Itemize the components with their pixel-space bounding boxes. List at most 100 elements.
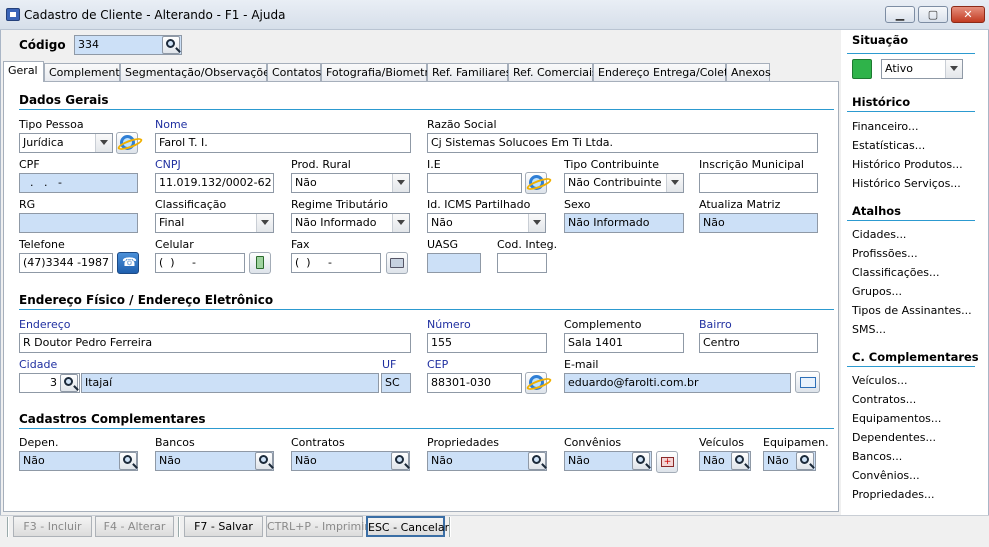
cnpj-input[interactable]: 11.019.132/0002-62 — [155, 173, 274, 193]
cpf-input[interactable]: . . - — [19, 173, 138, 193]
link-propriedades[interactable]: Propriedades... — [852, 488, 934, 501]
nome-input[interactable]: Farol T. I. — [155, 133, 411, 153]
divider — [19, 428, 834, 429]
fax-input[interactable]: ( ) - — [291, 253, 381, 273]
envelope-icon — [800, 377, 816, 388]
atualiza-matriz-input[interactable]: Não — [699, 213, 818, 233]
equipamen-label: Equipamen. — [763, 436, 829, 449]
alterar-button[interactable]: F4 - Alterar — [95, 516, 174, 537]
classificacao-select[interactable]: Final — [155, 213, 274, 233]
link-historico-servicos[interactable]: Histórico Serviços... — [852, 177, 961, 190]
link-estatisticas[interactable]: Estatísticas... — [852, 139, 925, 152]
link-classificacoes[interactable]: Classificações... — [852, 266, 939, 279]
link-contratos[interactable]: Contratos... — [852, 393, 916, 406]
link-sms[interactable]: SMS... — [852, 323, 886, 336]
phone-button[interactable]: ☎ — [117, 252, 139, 274]
send-email-button[interactable] — [795, 371, 820, 393]
chevron-down-icon — [397, 180, 405, 185]
cod-integ-input[interactable] — [497, 253, 547, 273]
celular-button[interactable] — [249, 252, 271, 274]
id-icms-select[interactable]: Não — [427, 213, 546, 233]
link-financeiro[interactable]: Financeiro... — [852, 120, 918, 133]
link-profissoes[interactable]: Profissões... — [852, 247, 918, 260]
tab-anexos[interactable]: Anexos — [726, 63, 771, 82]
cidade-name-input[interactable]: Itajaí — [81, 373, 379, 393]
situacao-select[interactable]: Ativo — [881, 59, 963, 79]
veiculos-search-button[interactable] — [731, 452, 749, 470]
ie-input[interactable] — [427, 173, 522, 193]
fax-button[interactable] — [386, 252, 408, 274]
sexo-input[interactable]: Não Informado — [564, 213, 684, 233]
codigo-label: Código — [19, 38, 66, 52]
regime-tributario-select[interactable]: Não Informado — [291, 213, 410, 233]
link-bancos[interactable]: Bancos... — [852, 450, 902, 463]
depen-label: Depen. — [19, 436, 59, 449]
inscricao-municipal-input[interactable] — [699, 173, 818, 193]
cancelar-button[interactable]: ESC - Cancelar — [366, 516, 449, 537]
complemento-label: Complemento — [564, 318, 642, 331]
celular-input[interactable]: ( ) - — [155, 253, 245, 273]
rg-input[interactable] — [19, 213, 138, 233]
tipo-pessoa-select[interactable]: Jurídica — [19, 133, 113, 153]
divider — [847, 111, 975, 112]
convenios-search-button[interactable] — [632, 452, 650, 470]
tab-ref-familiares[interactable]: Ref. Familiares — [427, 63, 511, 82]
numero-input[interactable]: 155 — [427, 333, 547, 353]
depen-search-button[interactable] — [119, 452, 137, 470]
link-grupos[interactable]: Grupos... — [852, 285, 902, 298]
uasg-label: UASG — [427, 238, 459, 251]
nome-label: Nome — [155, 118, 188, 131]
separator — [7, 517, 9, 537]
tab-ref-comerciais[interactable]: Ref. Comerciais — [508, 63, 598, 82]
email-input[interactable]: eduardo@farolti.com.br — [564, 373, 791, 393]
email-label: E-mail — [564, 358, 599, 371]
minimize-button[interactable]: ▁ — [885, 6, 915, 23]
link-historico-produtos[interactable]: Histórico Produtos... — [852, 158, 963, 171]
ie-web-button[interactable] — [525, 172, 547, 194]
close-icon: ✕ — [963, 8, 973, 21]
salvar-button[interactable]: F7 - Salvar — [184, 516, 263, 537]
razao-social-input[interactable]: Cj Sistemas Solucoes Em Ti Ltda. — [427, 133, 818, 153]
tipo-contribuinte-select[interactable]: Não Contribuinte — [564, 173, 684, 193]
tab-segmentacao[interactable]: Segmentação/Observações — [120, 63, 276, 82]
cep-input[interactable]: 88301-030 — [427, 373, 522, 393]
close-button[interactable]: ✕ — [951, 6, 985, 23]
cidade-search-button[interactable] — [60, 374, 78, 392]
cpf-label: CPF — [19, 158, 40, 171]
tab-complemento[interactable]: Complemento — [44, 63, 126, 82]
convenio-medical-button[interactable]: + — [656, 451, 678, 473]
bancos-search-button[interactable] — [255, 452, 273, 470]
bancos-label: Bancos — [155, 436, 195, 449]
incluir-button[interactable]: F3 - Incluir — [13, 516, 92, 537]
cidade-label: Cidade — [19, 358, 58, 371]
uasg-input[interactable] — [427, 253, 481, 273]
tab-geral[interactable]: Geral — [3, 61, 44, 82]
equipamen-search-button[interactable] — [796, 452, 814, 470]
window-title: Cadastro de Cliente - Alterando - F1 - A… — [24, 8, 286, 22]
contratos-search-button[interactable] — [391, 452, 409, 470]
link-veiculos[interactable]: Veículos... — [852, 374, 908, 387]
internet-explorer-icon — [529, 175, 544, 190]
propriedades-search-button[interactable] — [528, 452, 546, 470]
codigo-search-button[interactable] — [162, 36, 180, 54]
uf-input[interactable]: SC — [381, 373, 411, 393]
bairro-input[interactable]: Centro — [699, 333, 818, 353]
link-dependentes[interactable]: Dependentes... — [852, 431, 936, 444]
maximize-button[interactable]: ▢ — [918, 6, 948, 23]
link-convenios[interactable]: Convênios... — [852, 469, 920, 482]
link-cidades[interactable]: Cidades... — [852, 228, 906, 241]
complemento-input[interactable]: Sala 1401 — [564, 333, 684, 353]
tab-endereco-entrega[interactable]: Endereço Entrega/Coleta — [593, 63, 735, 82]
tab-fotografia[interactable]: Fotografia/Biometria — [321, 63, 439, 82]
regime-tributario-label: Regime Tributário — [291, 198, 388, 211]
web-button[interactable] — [116, 132, 138, 154]
search-icon — [123, 455, 132, 464]
link-tipos-assinantes[interactable]: Tipos de Assinantes... — [852, 304, 972, 317]
prod-rural-select[interactable]: Não — [291, 173, 410, 193]
telefone-input[interactable]: (47)3344 -1987 — [19, 253, 113, 273]
imprimir-button[interactable]: CTRL+P - Imprimir — [266, 516, 369, 537]
cep-web-button[interactable] — [525, 372, 547, 394]
endereco-input[interactable]: R Doutor Pedro Ferreira — [19, 333, 411, 353]
tab-contatos[interactable]: Contatos — [267, 63, 321, 82]
link-equipamentos[interactable]: Equipamentos... — [852, 412, 941, 425]
